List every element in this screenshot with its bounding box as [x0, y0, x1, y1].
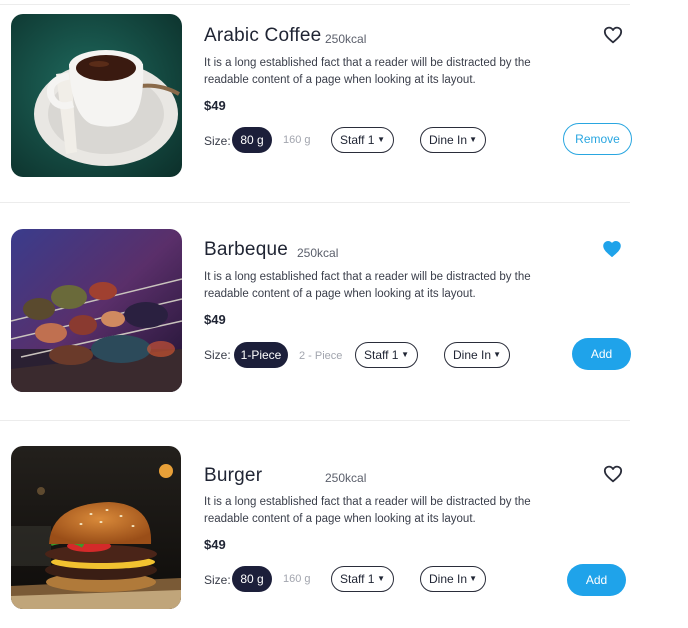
barbeque-skewers-photo	[11, 229, 182, 392]
menu-item-card: Arabic Coffee 250kcal It is a long estab…	[0, 0, 640, 190]
item-description: It is a long established fact that a rea…	[204, 55, 584, 88]
item-title: Burger	[204, 465, 263, 486]
size-option-selected[interactable]: 80 g	[232, 127, 272, 153]
size-option-selected[interactable]: 80 g	[232, 566, 272, 592]
heart-icon[interactable]	[602, 240, 622, 258]
item-price: $49	[204, 312, 226, 327]
add-button[interactable]: Add	[572, 338, 631, 370]
staff-select[interactable]: Staff 1 ▼	[355, 342, 418, 368]
add-button[interactable]: Add	[567, 564, 626, 596]
card-divider	[0, 420, 630, 421]
item-kcal: 250kcal	[297, 246, 339, 260]
chevron-down-icon: ▼	[377, 135, 385, 144]
description-line: readable content of a page when looking …	[204, 287, 476, 300]
description-line: It is a long established fact that a rea…	[204, 496, 531, 508]
size-label: Size:	[204, 134, 231, 148]
chevron-down-icon: ▼	[493, 350, 501, 359]
staff-select[interactable]: Staff 1 ▼	[331, 127, 394, 153]
item-title: Arabic Coffee	[204, 25, 322, 46]
item-description: It is a long established fact that a rea…	[204, 494, 584, 527]
item-title: Barbeque	[204, 239, 289, 260]
chevron-down-icon: ▼	[469, 574, 477, 583]
item-price: $49	[204, 537, 226, 552]
size-option[interactable]: 2 - Piece	[299, 350, 342, 362]
item-kcal: 250kcal	[325, 471, 367, 485]
description-line: readable content of a page when looking …	[204, 73, 476, 86]
item-price: $49	[204, 98, 226, 113]
dining-select-value: Dine In	[453, 348, 492, 362]
dining-select-value: Dine In	[429, 572, 468, 586]
staff-select[interactable]: Staff 1 ▼	[331, 566, 394, 592]
heart-icon[interactable]	[603, 26, 623, 44]
item-description: It is a long established fact that a rea…	[204, 269, 584, 302]
chevron-down-icon: ▼	[401, 350, 409, 359]
size-option[interactable]: 160 g	[283, 134, 311, 146]
heart-icon[interactable]	[603, 465, 623, 483]
dining-select[interactable]: Dine In ▼	[444, 342, 510, 368]
description-line: readable content of a page when looking …	[204, 512, 476, 525]
card-divider	[0, 202, 630, 203]
size-option[interactable]: 160 g	[283, 573, 311, 585]
description-line: It is a long established fact that a rea…	[204, 271, 531, 283]
size-label: Size:	[204, 348, 231, 362]
dining-select[interactable]: Dine In ▼	[420, 127, 486, 153]
staff-select-value: Staff 1	[340, 133, 375, 147]
menu-item-card: Barbeque 250kcal It is a long establishe…	[0, 214, 640, 404]
menu-item-card: Burger 250kcal It is a long established …	[0, 438, 640, 628]
description-line: It is a long established fact that a rea…	[204, 57, 531, 69]
burger-photo	[11, 446, 181, 609]
chevron-down-icon: ▼	[469, 135, 477, 144]
item-kcal: 250kcal	[325, 32, 367, 46]
remove-button[interactable]: Remove	[563, 123, 632, 155]
coffee-cup-photo	[11, 14, 182, 177]
dining-select-value: Dine In	[429, 133, 468, 147]
staff-select-value: Staff 1	[340, 572, 375, 586]
size-option-selected[interactable]: 1-Piece	[234, 342, 288, 368]
size-label: Size:	[204, 573, 231, 587]
dining-select[interactable]: Dine In ▼	[420, 566, 486, 592]
chevron-down-icon: ▼	[377, 574, 385, 583]
staff-select-value: Staff 1	[364, 348, 399, 362]
